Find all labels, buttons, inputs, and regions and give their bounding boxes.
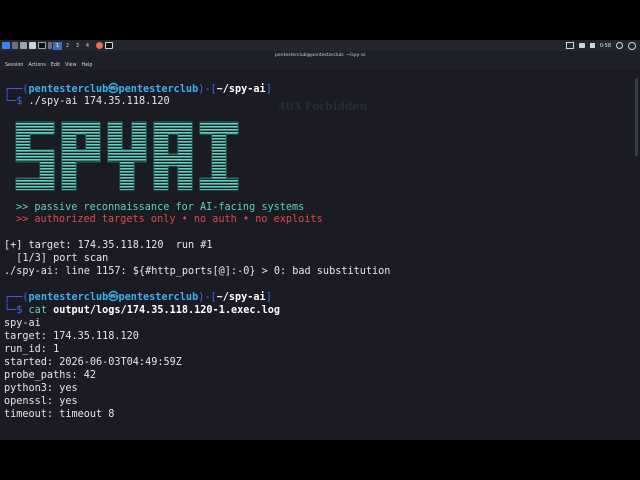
- log-line: openssl: yes: [4, 396, 78, 407]
- terminal-body[interactable]: 403 Forbidden nginx ┌──(pentesterclub㉿pe…: [0, 70, 640, 440]
- terminal-scrollbar[interactable]: [635, 78, 638, 156]
- workspace-1[interactable]: 1: [53, 41, 62, 50]
- file-manager-icon[interactable]: [20, 42, 27, 49]
- workspace-3[interactable]: 3: [73, 42, 82, 50]
- volume-icon[interactable]: [589, 43, 595, 48]
- menu-help[interactable]: Help: [82, 63, 93, 68]
- workspace-2[interactable]: 2: [63, 42, 72, 50]
- output-line: [+] target: 174.35.118.120 run #1: [4, 240, 213, 251]
- log-line: target: 174.35.118.120: [4, 331, 139, 342]
- log-line: spy-ai: [4, 318, 41, 329]
- window-title: pentesterclub@pentesterclub: ~/spy-ai: [274, 53, 366, 58]
- prompt-line-2: ┌──(pentesterclub㉿pentesterclub)-[~/spy-…: [4, 292, 272, 303]
- log-line: timeout: timeout 8: [4, 409, 115, 420]
- menu-session[interactable]: Session: [5, 63, 23, 68]
- letterbox-top: [0, 0, 640, 40]
- top-panel: 1 2 3 4 0:58: [0, 40, 640, 51]
- command-line-1: └─$ ./spy-ai 174.35.118.120: [4, 96, 170, 107]
- command-line-2: └─$ cat output/logs/174.35.118.120-1.exe…: [4, 305, 281, 316]
- browser-taskbar-icon[interactable]: [96, 42, 103, 49]
- output-line: ./spy-ai: line 1157: ${#http_ports[@]:-0…: [4, 266, 391, 277]
- log-line: started: 2026-06-03T04:49:59Z: [4, 357, 182, 368]
- text-editor-icon[interactable]: [29, 42, 36, 49]
- terminal-launcher-icon[interactable]: [38, 42, 46, 49]
- dropdown-icon[interactable]: [48, 42, 52, 49]
- power-icon[interactable]: [628, 41, 636, 50]
- menu-edit[interactable]: Edit: [51, 63, 60, 68]
- lock-icon[interactable]: [616, 42, 623, 49]
- tagline-authorized: >> authorized targets only • no auth • n…: [16, 214, 323, 225]
- log-line: python3: yes: [4, 383, 78, 394]
- kali-menu-icon[interactable]: [2, 42, 10, 49]
- log-line: probe_paths: 42: [4, 370, 97, 381]
- output-line: [1/3] port scan: [4, 253, 109, 264]
- tagline-passive: >> passive reconnaissance for AI-facing …: [16, 202, 305, 213]
- prompt-line-1: ┌──(pentesterclub㉿pentesterclub)-[~/spy-…: [4, 84, 272, 95]
- command-text: ./spy-ai 174.35.118.120: [28, 96, 170, 107]
- log-line: run_id: 1: [4, 344, 60, 355]
- background-page-subtext: nginx: [308, 122, 320, 127]
- menu-actions[interactable]: Actions: [28, 63, 46, 68]
- terminal-taskbar-icon[interactable]: [105, 42, 113, 49]
- show-desktop-icon[interactable]: [12, 42, 18, 49]
- window-titlebar[interactable]: pentesterclub@pentesterclub: ~/spy-ai: [0, 51, 640, 61]
- monitor-icon[interactable]: [565, 42, 574, 49]
- spyai-banner-logo: [15, 121, 239, 191]
- battery-icon[interactable]: [578, 43, 585, 48]
- clock[interactable]: 0:58: [600, 43, 611, 49]
- menu-bar: Session Actions Edit View Help: [0, 61, 640, 70]
- workspace-4[interactable]: 4: [83, 42, 92, 50]
- background-page-heading: 403 Forbidden: [278, 100, 368, 113]
- letterbox-bottom: [0, 440, 640, 480]
- menu-view[interactable]: View: [65, 63, 76, 68]
